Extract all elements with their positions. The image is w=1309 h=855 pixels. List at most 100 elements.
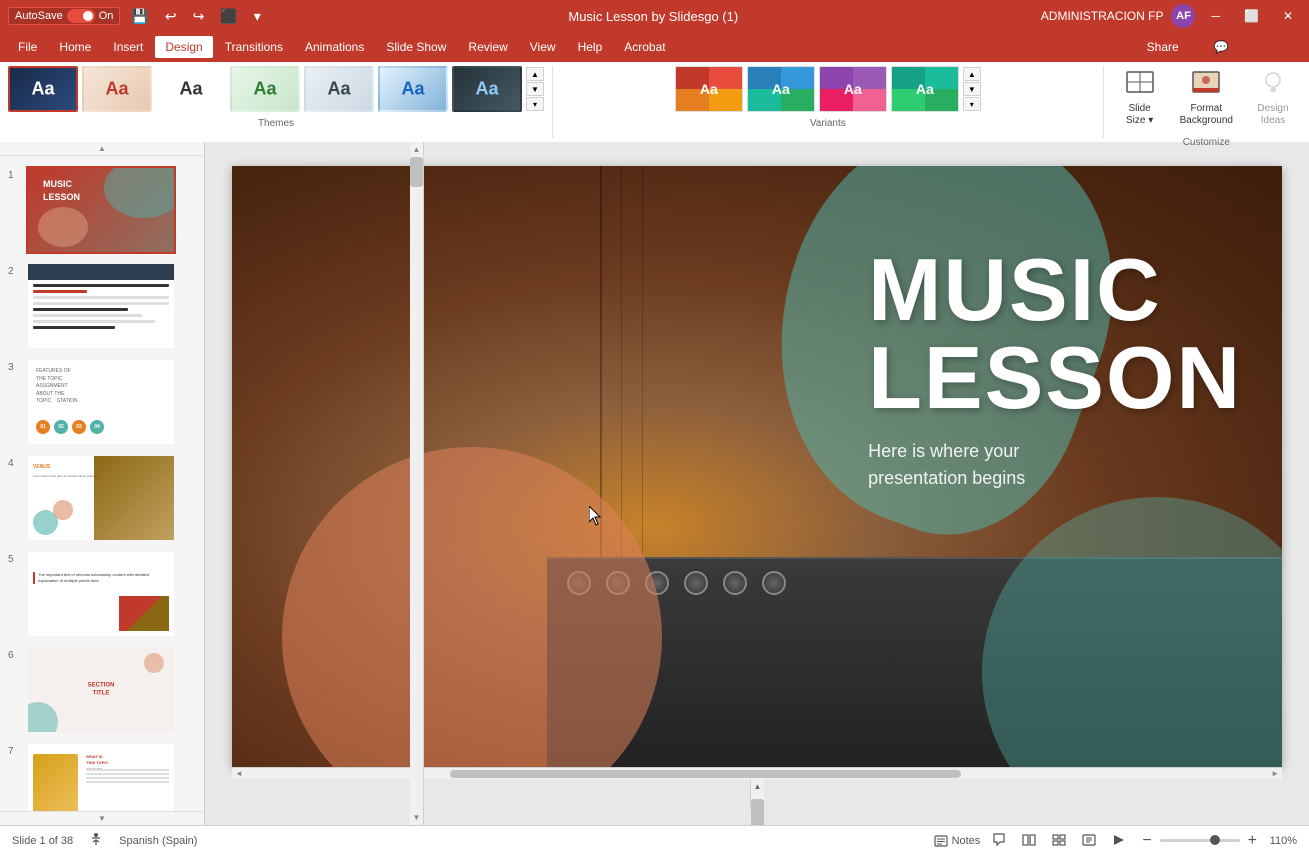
menu-acrobat[interactable]: Acrobat	[614, 36, 675, 58]
reading-view-button[interactable]	[1078, 831, 1100, 851]
theme-1[interactable]	[8, 66, 78, 112]
share-button[interactable]: Share	[1133, 35, 1193, 59]
undo-button[interactable]: ↩	[160, 6, 182, 27]
title-bar-left: AutoSave On 💾 ↩ ↪ ⬛ ▾	[8, 6, 266, 27]
h-scroll-left[interactable]: ◄	[232, 769, 246, 778]
zoom-in-button[interactable]: +	[1244, 831, 1261, 851]
zoom-out-button[interactable]: −	[1138, 831, 1155, 851]
accessibility-button[interactable]	[85, 830, 107, 851]
theme-6[interactable]	[378, 66, 448, 112]
theme-scroll-down[interactable]: ▼	[526, 82, 544, 96]
knob-6	[762, 571, 786, 595]
themes-content: ▲ ▼ ▾	[8, 66, 544, 116]
format-background-button[interactable]: FormatBackground	[1172, 66, 1241, 131]
slideshow-button[interactable]	[1108, 831, 1130, 851]
h-scroll-right[interactable]: ►	[1268, 769, 1282, 778]
notes-button[interactable]: Notes	[934, 835, 981, 847]
slide-item-6[interactable]: 6 SECTIONTITLE	[6, 644, 198, 736]
slide-text-area: MUSIC LESSON Here is where yourpresentat…	[868, 246, 1242, 492]
theme-7[interactable]	[452, 66, 522, 112]
design-ideas-label: DesignIdeas	[1257, 103, 1288, 127]
variants-content: Aa Aa Aa	[675, 66, 981, 116]
menu-help[interactable]: Help	[568, 36, 613, 58]
customize-content: SlideSize ▾ FormatBackground	[1112, 66, 1301, 135]
theme-scroll-up[interactable]: ▲	[526, 67, 544, 81]
slide-sorter-button[interactable]	[1048, 831, 1070, 851]
theme-scroll-more[interactable]: ▾	[526, 97, 544, 111]
slide-thumb-3[interactable]: FEATURES OFTHE TOPICASSGNMENTABOUT THETO…	[26, 358, 176, 446]
theme-2[interactable]	[82, 66, 152, 112]
menu-file[interactable]: File	[8, 36, 47, 58]
menu-review[interactable]: Review	[458, 36, 517, 58]
theme-3[interactable]	[156, 66, 226, 112]
horizontal-scrollbar[interactable]: ◄ ►	[232, 767, 1282, 779]
minimize-button[interactable]: ─	[1203, 7, 1228, 25]
comment-pane-button[interactable]	[988, 830, 1010, 851]
slide-item-1[interactable]: 1 MUSICLESSON	[6, 164, 198, 256]
normal-view-button[interactable]	[1018, 831, 1040, 851]
themes-section: ▲ ▼ ▾ Themes	[0, 66, 553, 138]
title-bar-right: ADMINISTRACION FP AF ─ ⬜ ✕	[1041, 4, 1301, 28]
variants-scroll-up[interactable]: ▲	[963, 67, 981, 81]
slide-title-line2: LESSON	[868, 334, 1242, 422]
slide-number-6: 6	[8, 650, 20, 661]
variants-scroll-down[interactable]: ▼	[963, 82, 981, 96]
autosave-badge[interactable]: AutoSave On	[8, 7, 120, 25]
redo-button[interactable]: ↪	[188, 6, 210, 27]
menu-animations[interactable]: Animations	[295, 36, 374, 58]
variant-3[interactable]: Aa	[819, 66, 887, 112]
comments-button[interactable]: 💬 Comments	[1203, 34, 1301, 60]
left-scroll-thumb[interactable]	[410, 157, 423, 187]
slide-panel-scroll-up[interactable]: ▲	[0, 142, 204, 156]
menu-home[interactable]: Home	[49, 36, 101, 58]
menu-transitions[interactable]: Transitions	[215, 36, 293, 58]
slide-title-line1: MUSIC	[868, 246, 1242, 334]
left-scroll-up[interactable]: ▲	[410, 142, 424, 157]
slide-panel-scroll-down[interactable]: ▼	[0, 811, 204, 825]
variants-scroll-more[interactable]: ▾	[963, 97, 981, 111]
left-scroll-down[interactable]: ▼	[410, 810, 424, 825]
slide-panel[interactable]: ▲ 1 MUSICLESSON 2	[0, 142, 205, 825]
main-slide[interactable]: MUSIC LESSON Here is where yourpresentat…	[232, 166, 1282, 767]
theme-4[interactable]	[230, 66, 300, 112]
menu-view[interactable]: View	[520, 36, 566, 58]
slide-number-2: 2	[8, 266, 20, 277]
right-scrollbar: ▲ ▼	[750, 779, 764, 809]
slide-thumb-1[interactable]: MUSICLESSON	[26, 166, 176, 254]
slide-item-3[interactable]: 3 FEATURES OFTHE TOPICASSGNMENTABOUT THE…	[6, 356, 198, 448]
right-scroll-thumb[interactable]	[751, 799, 764, 825]
theme-5[interactable]	[304, 66, 374, 112]
themes-label: Themes	[258, 116, 294, 132]
autosave-toggle[interactable]	[67, 9, 95, 23]
ribbon: ▲ ▼ ▾ Themes Aa	[0, 62, 1309, 142]
slide-thumb-2[interactable]	[26, 262, 176, 350]
zoom-controls: − + 110%	[1138, 831, 1297, 851]
slide-thumb-6[interactable]: SECTIONTITLE	[26, 646, 176, 734]
design-ideas-button[interactable]: DesignIdeas	[1245, 66, 1301, 131]
autosave-label: AutoSave	[15, 10, 63, 22]
slide-item-4[interactable]: 4 VENUS Lorem ipsum text here for conten…	[6, 452, 198, 544]
slide-item-5[interactable]: 5 The important text of relevant scholar…	[6, 548, 198, 640]
close-button[interactable]: ✕	[1275, 7, 1301, 25]
slide-item-2[interactable]: 2	[6, 260, 198, 352]
autosave-state: On	[99, 10, 114, 22]
save-button[interactable]: 💾	[126, 6, 153, 27]
slide-thumb-5[interactable]: The important text of relevant scholarsh…	[26, 550, 176, 638]
menu-design[interactable]: Design	[155, 36, 212, 58]
variant-1[interactable]: Aa	[675, 66, 743, 112]
h-scroll-thumb[interactable]	[450, 770, 961, 778]
variant-4[interactable]: Aa	[891, 66, 959, 112]
customize-qat-button[interactable]: ⬛	[215, 6, 242, 27]
zoom-slider-thumb[interactable]	[1210, 835, 1220, 845]
username-label: ADMINISTRACION FP	[1041, 9, 1164, 23]
avatar[interactable]: AF	[1171, 4, 1195, 28]
menu-insert[interactable]: Insert	[103, 36, 153, 58]
dropdown-qat-button[interactable]: ▾	[249, 6, 266, 27]
right-scroll-up[interactable]: ▲	[751, 779, 765, 794]
variant-2[interactable]: Aa	[747, 66, 815, 112]
slide-thumb-4[interactable]: VENUS Lorem ipsum text here for content …	[26, 454, 176, 542]
zoom-slider[interactable]	[1160, 839, 1240, 842]
menu-slideshow[interactable]: Slide Show	[376, 36, 456, 58]
restore-button[interactable]: ⬜	[1236, 7, 1267, 25]
slide-size-button[interactable]: SlideSize ▾	[1112, 66, 1168, 131]
